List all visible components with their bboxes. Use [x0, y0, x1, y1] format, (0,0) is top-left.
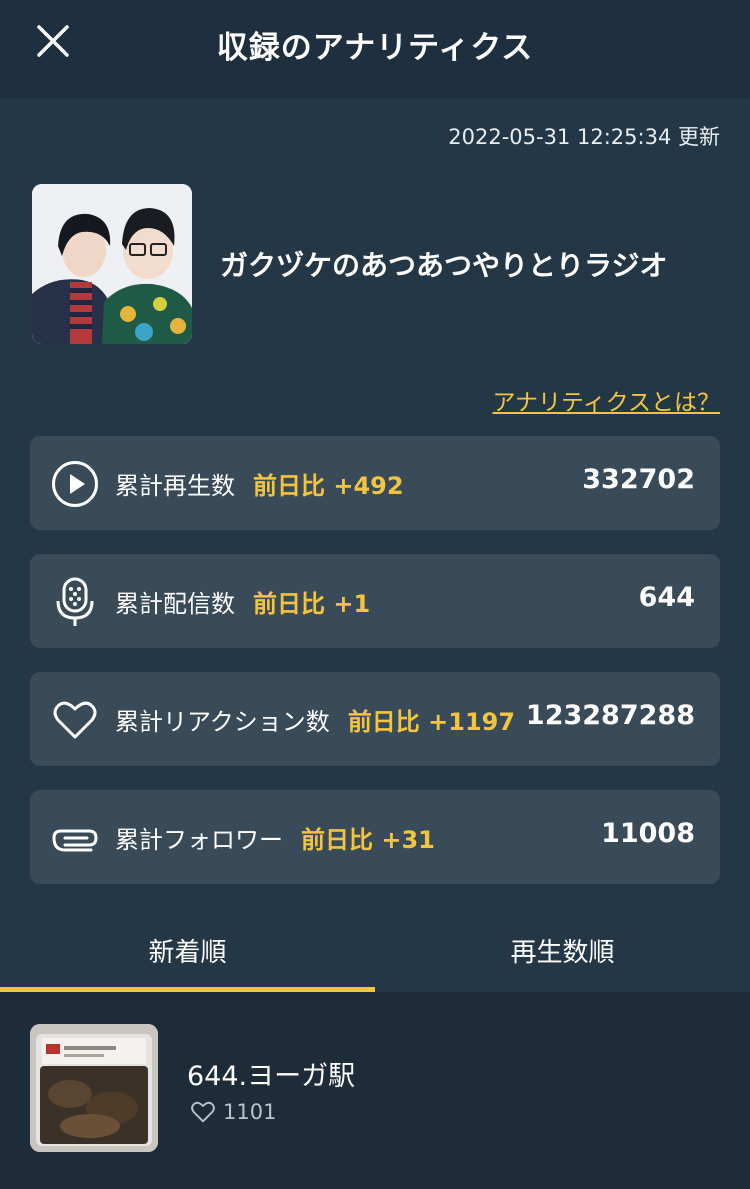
stat-card-plays: 累計再生数 前日比 +492 332702 — [30, 436, 720, 530]
stat-label: 累計フォロワー — [115, 826, 283, 854]
stat-value: 644 — [638, 582, 695, 613]
updated-timestamp: 2022-05-31 12:25:34 更新 — [448, 125, 720, 149]
stat-value: 123287288 — [525, 700, 695, 731]
episode-title: 644.ヨーガ駅 — [187, 1061, 356, 1092]
stat-card-episodes: 累計配信数 前日比 +1 644 — [30, 554, 720, 648]
episode-thumbnail — [30, 1024, 158, 1152]
paperclip-icon — [50, 813, 100, 863]
episode-likes: 1101 — [191, 1100, 276, 1124]
play-icon — [50, 459, 100, 509]
stat-card-reactions: 累計リアクション数 前日比 +1197 123287288 — [30, 672, 720, 766]
stat-value: 332702 — [582, 464, 695, 495]
stat-value: 11008 — [601, 818, 695, 849]
stat-diff: 前日比 +1 — [253, 590, 371, 618]
episode-list: 644.ヨーガ駅 1101 — [0, 992, 750, 1189]
stat-diff: 前日比 +492 — [253, 472, 404, 500]
episode-like-count: 1101 — [223, 1100, 277, 1124]
about-analytics-link[interactable]: アナリティクスとは？ — [493, 383, 720, 417]
stat-label: 累計リアクション数 — [115, 708, 330, 736]
show-cover-image — [32, 184, 192, 344]
stat-card-followers: 累計フォロワー 前日比 +31 11008 — [30, 790, 720, 884]
list-item[interactable]: 644.ヨーガ駅 1101 — [0, 992, 750, 1162]
stat-label: 累計再生数 — [115, 472, 235, 500]
header-bar: 収録のアナリティクス — [0, 0, 750, 98]
stat-label: 累計配信数 — [115, 590, 235, 618]
heart-icon — [191, 1101, 215, 1123]
heart-icon — [50, 695, 100, 745]
tab-most-played[interactable]: 再生数順 — [375, 914, 750, 992]
stat-diff: 前日比 +1197 — [347, 708, 516, 736]
page-title: 収録のアナリティクス — [216, 30, 534, 66]
tab-newest[interactable]: 新着順 — [0, 914, 375, 992]
show-title: ガクヅケのあつあつやりとりラジオ — [220, 249, 668, 282]
sort-tabs: 新着順 再生数順 — [0, 914, 750, 992]
stat-diff: 前日比 +31 — [301, 826, 435, 854]
microphone-icon — [50, 577, 100, 627]
